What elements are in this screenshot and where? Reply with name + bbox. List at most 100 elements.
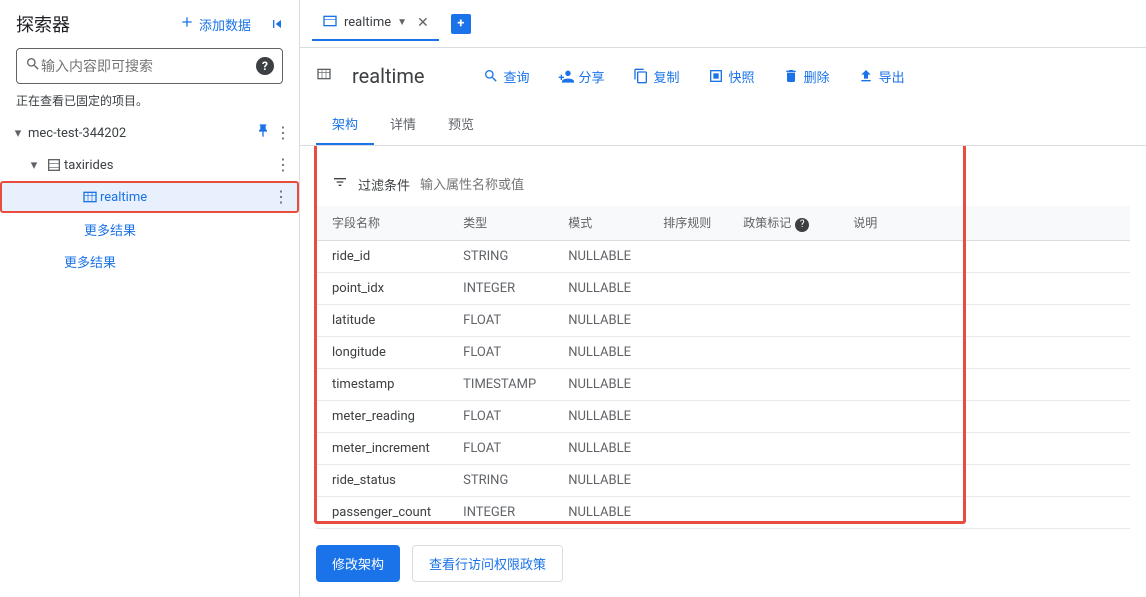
field-mode: NULLABLE [552,240,647,272]
field-mode: NULLABLE [552,272,647,304]
sub-tabs: 架构 详情 预览 [300,104,1146,146]
export-icon [858,68,874,84]
field-name: ride_status [316,464,447,496]
table-header-row: 字段名称 类型 模式 排序规则 政策标记? 说明 [316,206,1130,240]
trash-icon [783,68,799,84]
table-icon [80,189,100,205]
dataset-label: taxirides [64,158,275,173]
snapshot-button[interactable]: 快照 [698,61,765,92]
pin-icon[interactable] [255,123,271,143]
tab-schema[interactable]: 架构 [316,104,374,145]
tab-realtime[interactable]: realtime ▼ ✕ [312,7,439,41]
tab-preview[interactable]: 预览 [432,104,490,145]
table-name: realtime [352,64,425,88]
table-label: realtime [100,190,273,205]
chevron-down-icon: ▾ [24,158,44,173]
filter-icon [332,174,348,194]
help-icon[interactable]: ? [256,57,274,75]
field-mode: NULLABLE [552,432,647,464]
field-name: timestamp [316,368,447,400]
chevron-down-icon[interactable]: ▼ [397,17,407,28]
filter-label: 过滤条件 [358,175,410,194]
more-actions-icon[interactable]: ⋮ [275,157,291,173]
more-actions-icon[interactable]: ⋮ [275,125,291,141]
add-data-button[interactable]: 添加数据 [173,10,257,38]
col-mode: 模式 [552,206,647,240]
edit-schema-button[interactable]: 修改架构 [316,545,400,582]
col-type: 类型 [447,206,552,240]
search-icon [25,56,41,76]
chevron-down-icon: ▾ [8,126,28,141]
pinned-message: 正在查看已固定的项目。 [0,92,299,117]
field-mode: NULLABLE [552,336,647,368]
col-desc: 说明 [837,206,1130,240]
field-name: point_idx [316,272,447,304]
field-type: STRING [447,464,552,496]
field-mode: NULLABLE [552,304,647,336]
table-row[interactable]: point_idxINTEGERNULLABLE [316,272,1130,304]
add-data-label: 添加数据 [199,15,251,34]
table-row[interactable]: meter_incrementFLOATNULLABLE [316,432,1130,464]
table-row[interactable]: timestampTIMESTAMPNULLABLE [316,368,1130,400]
query-button[interactable]: 查询 [473,61,540,92]
field-type: STRING [447,240,552,272]
field-type: FLOAT [447,432,552,464]
new-tab-button[interactable]: + [451,14,471,34]
snapshot-icon [708,68,724,84]
tab-label: realtime [344,15,391,30]
more-actions-icon[interactable]: ⋮ [273,189,289,205]
more-results-project[interactable]: 更多结果 [0,245,299,277]
collapse-icon [269,16,285,32]
footer-buttons: 修改架构 查看行访问权限政策 [316,529,1130,582]
row-access-policy-button[interactable]: 查看行访问权限政策 [412,545,563,582]
explorer-title: 探索器 [16,11,70,37]
col-field: 字段名称 [316,206,447,240]
collapse-sidebar-button[interactable] [263,10,291,38]
table-row[interactable]: ride_statusSTRINGNULLABLE [316,464,1130,496]
share-button[interactable]: 分享 [548,61,615,92]
schema-table: 字段名称 类型 模式 排序规则 政策标记? 说明 ride_idSTRINGNU… [316,206,1130,529]
field-mode: NULLABLE [552,400,647,432]
search-input[interactable] [41,58,256,74]
more-results-dataset[interactable]: 更多结果 [0,213,299,245]
tree-project-row[interactable]: ▾ mec-test-344202 ⋮ [0,117,299,149]
close-tab-icon[interactable]: ✕ [417,15,429,31]
field-mode: NULLABLE [552,368,647,400]
col-policy: 政策标记? [727,206,837,240]
export-button[interactable]: 导出 [848,61,915,92]
filter-row: 过滤条件 [316,162,1130,206]
tab-bar: realtime ▼ ✕ + [300,0,1146,48]
filter-input[interactable] [420,177,1114,192]
table-row[interactable]: passenger_countINTEGERNULLABLE [316,496,1130,528]
table-row[interactable]: meter_readingFLOATNULLABLE [316,400,1130,432]
field-type: INTEGER [447,496,552,528]
field-type: FLOAT [447,400,552,432]
table-row[interactable]: longitudeFLOATNULLABLE [316,336,1130,368]
more-results-label: 更多结果 [60,252,116,271]
more-results-label: 更多结果 [80,220,136,239]
field-type: FLOAT [447,336,552,368]
main-panel: realtime ▼ ✕ + realtime 查询 分享 复制 快照 删除 导… [300,0,1146,597]
toolbar: realtime 查询 分享 复制 快照 删除 导出 [300,48,1146,104]
col-collation: 排序规则 [647,206,727,240]
help-icon[interactable]: ? [795,218,809,232]
tree-table-row[interactable]: realtime ⋮ [0,181,299,213]
field-name: longitude [316,336,447,368]
delete-button[interactable]: 删除 [773,61,840,92]
field-type: TIMESTAMP [447,368,552,400]
field-name: meter_reading [316,400,447,432]
table-row[interactable]: ride_idSTRINGNULLABLE [316,240,1130,272]
copy-button[interactable]: 复制 [623,61,690,92]
tree-dataset-row[interactable]: ▾ taxirides ⋮ [0,149,299,181]
table-icon [322,13,338,33]
field-type: FLOAT [447,304,552,336]
field-name: passenger_count [316,496,447,528]
search-input-container[interactable]: ? [16,48,283,84]
field-type: INTEGER [447,272,552,304]
dataset-icon [44,157,64,173]
tab-details[interactable]: 详情 [374,104,432,145]
table-row[interactable]: latitudeFLOATNULLABLE [316,304,1130,336]
field-mode: NULLABLE [552,464,647,496]
share-icon [558,68,574,84]
table-icon [316,66,336,86]
